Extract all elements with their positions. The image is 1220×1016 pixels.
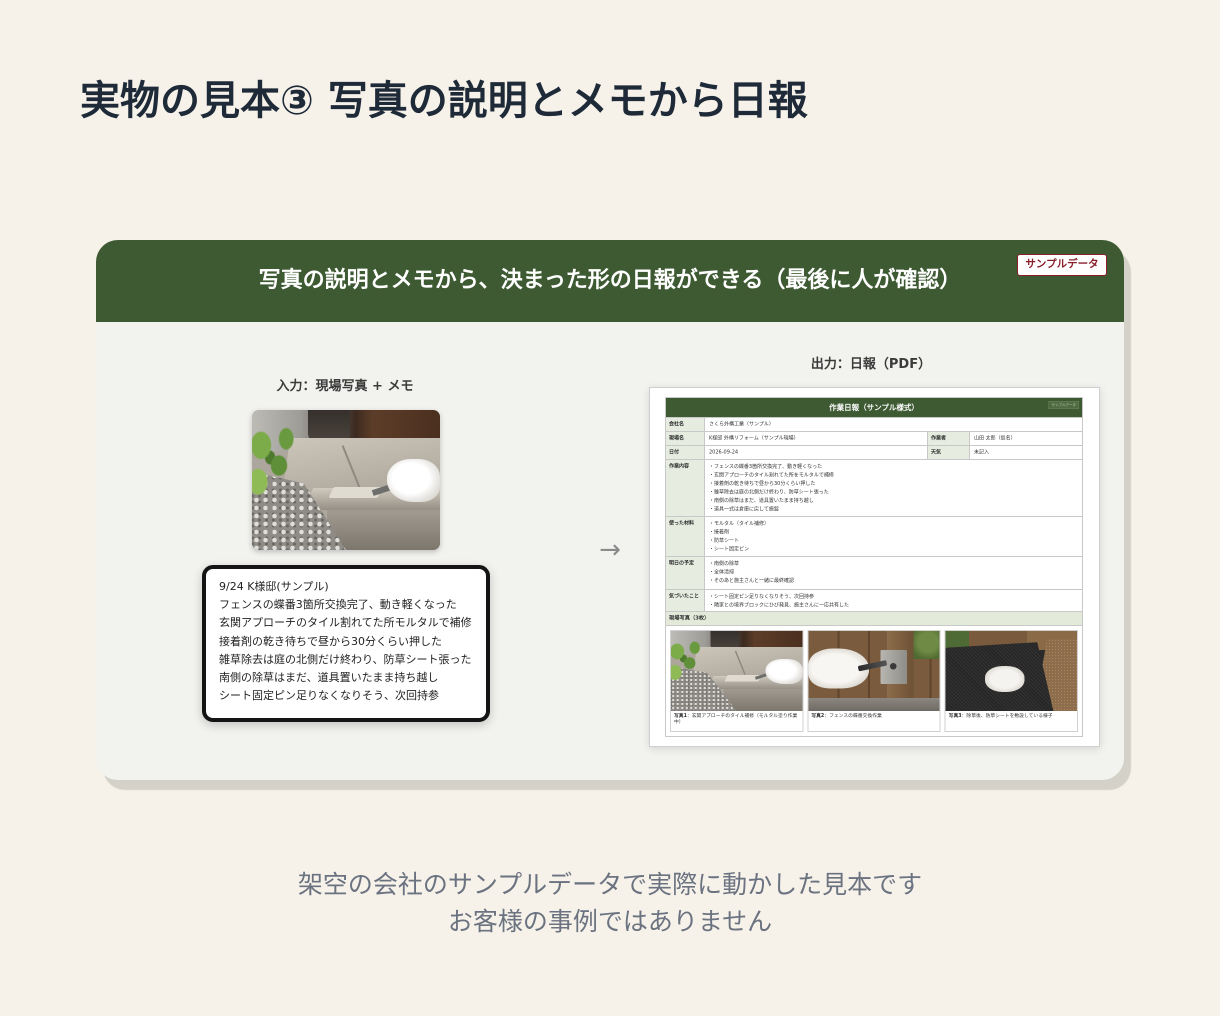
site-photo-weed-sheet [945, 631, 1078, 711]
memo-line: シート固定ピン足りなくなりそう、次回持参 [219, 689, 439, 703]
report-label-date: 日付 [666, 446, 705, 460]
report-photo-card: 写真3：除草後、防草シートを敷設している様子 [944, 630, 1079, 732]
report-label-site: 現場名 [666, 432, 705, 446]
photo-screw [889, 663, 897, 670]
report-material-item: ・シート固定ピン [709, 546, 749, 553]
card-header-title: 写真の説明とメモから、決まった形の日報ができる（最後に人が確認） [258, 268, 962, 293]
report-tomorrow-item: ・南側の除草 [709, 561, 739, 567]
report-pdf-preview: 作業日報（サンプル様式） サンプルデータ 会社名 さくら外構工業（サンプル） 現… [649, 387, 1100, 747]
report-work-item: ・フェンスの蝶番3箇所交換完了、動き軽くなった [709, 464, 823, 470]
photo-plant [671, 637, 707, 684]
report-work-item: ・道具一式は倉庫に戻して施錠 [709, 506, 779, 513]
footer-line: 架空の会社のサンプルデータで実際に動かした見本です [297, 870, 923, 899]
photo-plant [252, 421, 303, 503]
photo-greenery [910, 631, 940, 659]
photo-caption-text: ：フェンスの蝶番交換作業 [824, 713, 882, 719]
report-photo-card: 写真1：玄関アプローチのタイル補修（モルタル塗り作業中） [670, 630, 804, 732]
report-label-tomorrow: 明日の予定 [666, 557, 705, 590]
sample-card: 写真の説明とメモから、決まった形の日報ができる（最後に人が確認） サンプルデータ… [96, 240, 1124, 780]
report-value-date: 2026-09-24 [705, 446, 928, 460]
report-photos-row: 写真1：玄関アプローチのタイル補修（モルタル塗り作業中） 写真2：フェンスの蝶番… [666, 626, 1083, 737]
memo-line: フェンスの蝶番3箇所交換完了、動き軽くなった [219, 598, 457, 612]
report-work-item: ・接着剤の乾き待ちで昼から30分くらい押した [709, 481, 816, 487]
report-label-company: 会社名 [666, 418, 705, 432]
report-work-item: ・玄関アプローチのタイル割れてた所をモルタルで補修 [709, 472, 834, 479]
photo-lower-step [327, 508, 440, 550]
report-label-work: 作業内容 [666, 460, 705, 517]
photo-ground [808, 698, 940, 711]
report-work-item: ・雑草除去は庭の北側だけ終わり、防草シート張った [709, 489, 829, 496]
memo-line: 南側の除草はまだ、道具置いたまま持ち越し [219, 671, 439, 685]
memo-note: 9/24 K様邸(サンプル) フェンスの蝶番3箇所交換完了、動き軽くなった 玄関… [202, 565, 490, 722]
report-label-worker: 作業者 [928, 432, 970, 446]
site-photo-tile-repair [671, 631, 803, 711]
report-title: 作業日報（サンプル様式） [829, 402, 919, 412]
report-label-notes: 気づいたこと [666, 590, 705, 612]
output-label: 出力：日報（PDF） [810, 357, 932, 372]
input-label: 入力：現場写真 + メモ [276, 379, 414, 394]
arrow-right-icon: → [599, 535, 621, 565]
report-notes-list: ・シート固定ピン足りなくなりそう、次回持参 ・隣家との境界ブロックにひび発見、施… [705, 590, 1083, 612]
photo-lower-step [723, 687, 803, 711]
report-title-bar: 作業日報（サンプル様式） サンプルデータ [666, 398, 1083, 418]
photo-caption-label: 写真1 [674, 713, 687, 719]
report-work-list: ・フェンスの蝶番3箇所交換完了、動き軽くなった ・玄関アプローチのタイル割れてた… [705, 460, 1083, 517]
site-photo-fence-hinge [808, 631, 940, 711]
photo-caption-label: 写真2 [811, 713, 825, 719]
photo-caption: 写真1：玄関アプローチのタイル補修（モルタル塗り作業中） [671, 711, 802, 727]
photo-glove [985, 666, 1025, 692]
site-photo-tile-repair [252, 410, 440, 550]
memo-line: 雑草除去は庭の北側だけ終わり、防草シート張った [219, 652, 472, 666]
report-value-weather: 未記入 [970, 446, 1083, 460]
footer-disclaimer: 架空の会社のサンプルデータで実際に動かした見本です お客様の事例ではありません [0, 866, 1220, 940]
report-value-site: K様邸 外構リフォーム（サンプル現場） [705, 432, 928, 446]
photo-caption-label: 写真3 [948, 713, 962, 719]
report-sample-stamp: サンプルデータ [1048, 401, 1079, 409]
photo-caption-text: ：玄関アプローチのタイル補修（モルタル塗り作業中） [674, 713, 798, 725]
photo-glove [765, 659, 803, 684]
report-work-item: ・南側の除草はまだ、道具置いたまま持ち越し [709, 498, 814, 504]
photo-glove [387, 459, 440, 503]
report-material-item: ・接着剤 [709, 529, 729, 536]
page-title: 実物の見本③ 写真の説明とメモから日報 [80, 78, 808, 124]
memo-line: 玄関アプローチのタイル割れてた所モルタルで補修 [219, 616, 472, 630]
report-tomorrow-item: ・全体清掃 [709, 569, 734, 576]
report-photo-card: 写真2：フェンスの蝶番交換作業 [807, 630, 941, 732]
report-photos-heading: 現場写真（3枚） [666, 612, 1083, 626]
report-tomorrow-item: ・そのあと施主さんと一緒に最終確認 [709, 578, 794, 584]
report-materials-list: ・モルタル（タイル補修） ・接着剤 ・防草シート ・シート固定ピン [705, 517, 1083, 557]
photo-caption-text: ：除草後、防草シートを敷設している様子 [961, 713, 1053, 719]
report-note-item: ・シート固定ピン足りなくなりそう、次回持参 [709, 594, 814, 600]
report-label-materials: 使った材料 [666, 517, 705, 557]
daily-report-table: 作業日報（サンプル様式） サンプルデータ 会社名 さくら外構工業（サンプル） 現… [665, 397, 1083, 737]
photo-caption: 写真3：除草後、防草シートを敷設している様子 [946, 711, 1077, 721]
photo-caption: 写真2：フェンスの蝶番交換作業 [808, 711, 939, 721]
report-material-item: ・モルタル（タイル補修） [709, 521, 769, 527]
memo-line: 接着剤の乾き待ちで昼から30分くらい押した [219, 634, 442, 648]
report-material-item: ・防草シート [709, 538, 739, 544]
report-value-worker: 山田 太郎（仮名） [970, 432, 1083, 446]
sample-data-badge: サンプルデータ [1017, 254, 1107, 276]
report-tomorrow-list: ・南側の除草 ・全体清掃 ・そのあと施主さんと一緒に最終確認 [705, 557, 1083, 590]
report-value-company: さくら外構工業（サンプル） [705, 418, 1083, 432]
report-label-weather: 天気 [928, 446, 970, 460]
card-header: 写真の説明とメモから、決まった形の日報ができる（最後に人が確認） [96, 240, 1124, 322]
footer-line: お客様の事例ではありません [447, 907, 773, 936]
report-note-item: ・隣家との境界ブロックにひび発見、施主さんに一応共有した [709, 602, 849, 609]
memo-line: 9/24 K様邸(サンプル) [219, 580, 329, 593]
